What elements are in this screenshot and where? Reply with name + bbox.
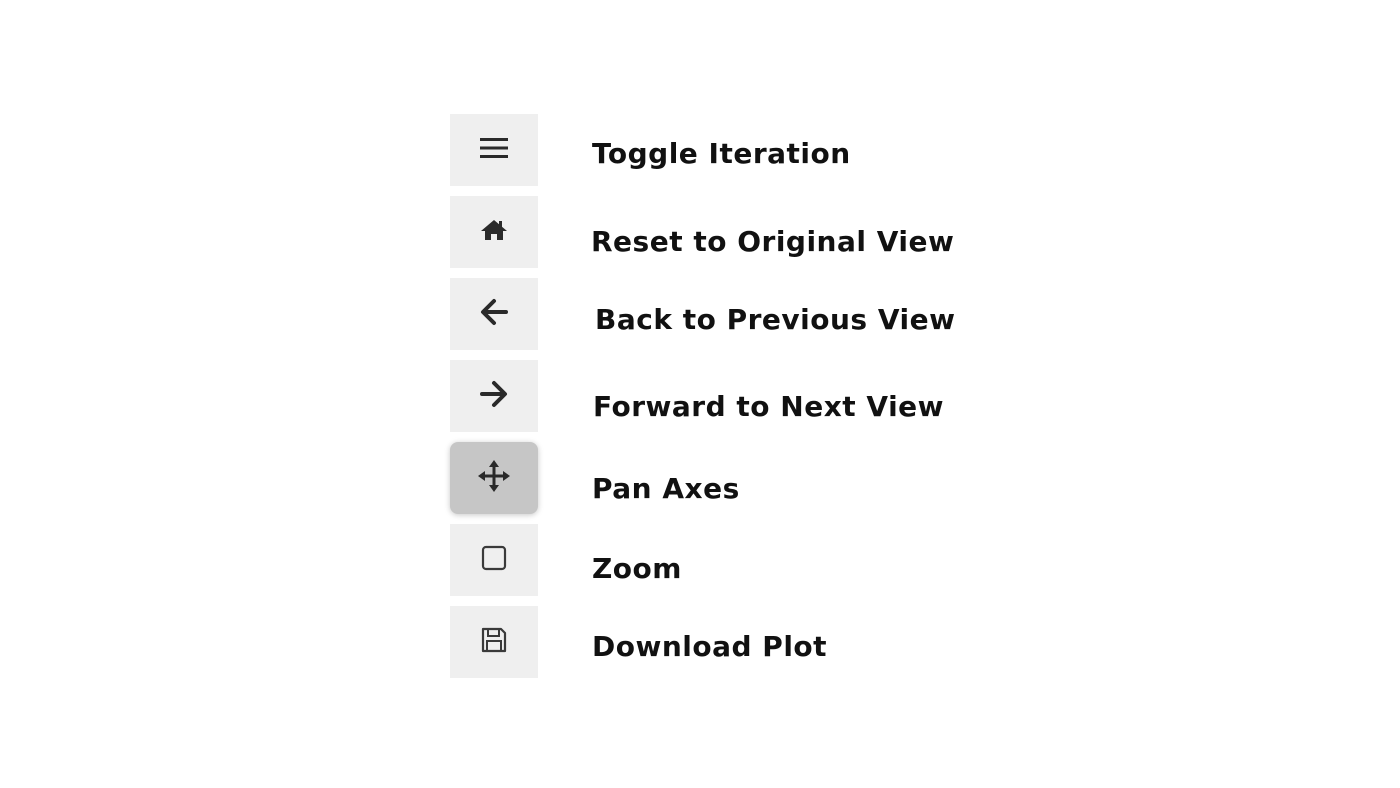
- home-icon: [476, 212, 512, 248]
- toggle-iteration-button[interactable]: [450, 114, 538, 186]
- download-plot-label: Download Plot: [592, 630, 828, 663]
- arrow-right-icon: [476, 376, 512, 412]
- arrow-left-icon: [476, 294, 512, 330]
- floppy-disk-icon: [476, 622, 512, 658]
- back-view-button[interactable]: [450, 278, 538, 350]
- back-view-label: Back to Previous View: [595, 303, 956, 336]
- reset-view-button[interactable]: [450, 196, 538, 268]
- move-arrows-icon: [476, 458, 512, 494]
- zoom-label: Zoom: [592, 552, 682, 585]
- forward-view-button[interactable]: [450, 360, 538, 432]
- hamburger-menu-icon: [476, 130, 512, 166]
- pan-axes-label: Pan Axes: [592, 472, 740, 505]
- zoom-button[interactable]: [450, 524, 538, 596]
- reset-view-label: Reset to Original View: [591, 225, 955, 258]
- pan-axes-button[interactable]: [450, 442, 538, 514]
- square-outline-icon: [476, 540, 512, 576]
- download-plot-button[interactable]: [450, 606, 538, 678]
- forward-view-label: Forward to Next View: [593, 390, 945, 423]
- toggle-iteration-label: Toggle Iteration: [592, 137, 851, 170]
